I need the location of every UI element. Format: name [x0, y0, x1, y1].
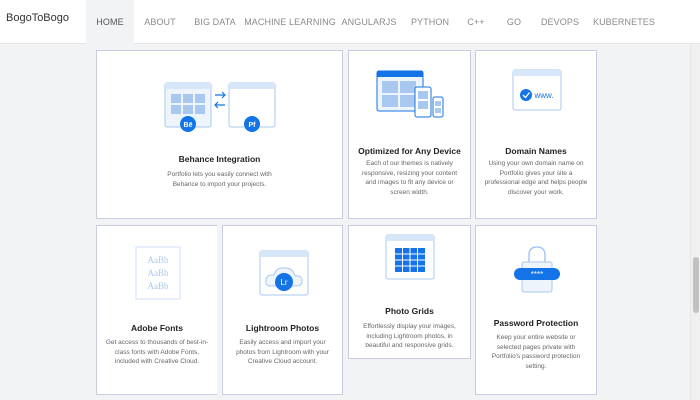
- font-sample-1: AaBb: [148, 255, 169, 265]
- card-title: Domain Names: [505, 146, 567, 156]
- lightroom-cloud-icon: Lr: [259, 250, 309, 296]
- feature-card-behance: Bē Pf Behance Integration Portfolio lets…: [96, 50, 343, 219]
- domain-icon-label: www.: [533, 91, 553, 100]
- password-mask: ****: [531, 270, 543, 279]
- scrollbar-thumb[interactable]: [693, 257, 699, 313]
- card-title: Password Protection: [493, 318, 579, 328]
- card-title: Photo Grids: [385, 306, 434, 316]
- font-sample-2: AaBb: [148, 268, 169, 278]
- fonts-icon: AaBb AaBb AaBb: [135, 246, 181, 300]
- card-title: Optimized for Any Device: [358, 146, 461, 156]
- card-description: Using your own domain name on Portfolio …: [484, 160, 588, 196]
- card-description: Get access to thousands of best-in-class…: [105, 339, 209, 365]
- page-scrollbar[interactable]: [690, 44, 700, 400]
- feature-card-domain: www. Domain Names Using your own domain …: [475, 50, 597, 219]
- nav-item-go[interactable]: GO: [494, 0, 534, 44]
- card-description: Portfolio lets you easily connect with B…: [167, 171, 272, 188]
- nav-item-about[interactable]: ABOUT: [134, 0, 186, 44]
- card-description: Easily access and import your photos fro…: [236, 339, 329, 365]
- nav-item-home[interactable]: HOME: [86, 0, 134, 44]
- top-navbar: BogoToBogo HOME ABOUT BIG DATA MACHINE L…: [0, 0, 700, 44]
- card-title: Lightroom Photos: [245, 323, 320, 333]
- nav-item-python[interactable]: PYTHON: [402, 0, 458, 44]
- card-title: Behance Integration: [178, 154, 261, 164]
- feature-card-password: **** Password Protection Keep your entir…: [475, 225, 597, 395]
- behance-badge-label: Bē: [184, 122, 193, 129]
- site-brand[interactable]: BogoToBogo: [6, 12, 69, 24]
- feature-card-photo-grids: Photo Grids Effortlessly display your im…: [348, 225, 471, 359]
- feature-card-lightroom: Lr Lightroom Photos Easily access and im…: [222, 225, 343, 395]
- nav-item-kubernetes[interactable]: KUBERNETES: [586, 0, 662, 44]
- responsive-devices-icon: [376, 70, 444, 118]
- domain-name-icon: www.: [512, 69, 562, 111]
- card-description: Each of our themes is natively responsiv…: [361, 160, 458, 196]
- nav-item-cpp[interactable]: C++: [458, 0, 494, 44]
- photo-grid-icon: [385, 234, 435, 280]
- password-lock-icon: ****: [514, 246, 560, 293]
- card-description: Effortlessly display your images, includ…: [363, 323, 456, 349]
- nav-item-big-data[interactable]: BIG DATA: [186, 0, 244, 44]
- nav-menu: HOME ABOUT BIG DATA MACHINE LEARNING ANG…: [86, 0, 662, 44]
- lightroom-icon-label: Lr: [280, 278, 287, 287]
- card-title: Adobe Fonts: [131, 323, 183, 333]
- feature-card-adobe-fonts: AaBb AaBb AaBb Adobe Fonts Get access to…: [96, 225, 217, 395]
- feature-card-device: Optimized for Any Device Each of our the…: [348, 50, 471, 219]
- card-description: Keep your entire website or selected pag…: [491, 334, 581, 370]
- portfolio-badge-label: Pf: [249, 122, 257, 129]
- nav-item-devops[interactable]: DEVOPS: [534, 0, 586, 44]
- nav-item-angularjs[interactable]: ANGULARJS: [336, 0, 402, 44]
- nav-item-machine-learning[interactable]: MACHINE LEARNING: [244, 0, 336, 44]
- behance-integration-icon: Bē Pf: [164, 82, 276, 132]
- font-sample-3: AaBb: [148, 281, 169, 291]
